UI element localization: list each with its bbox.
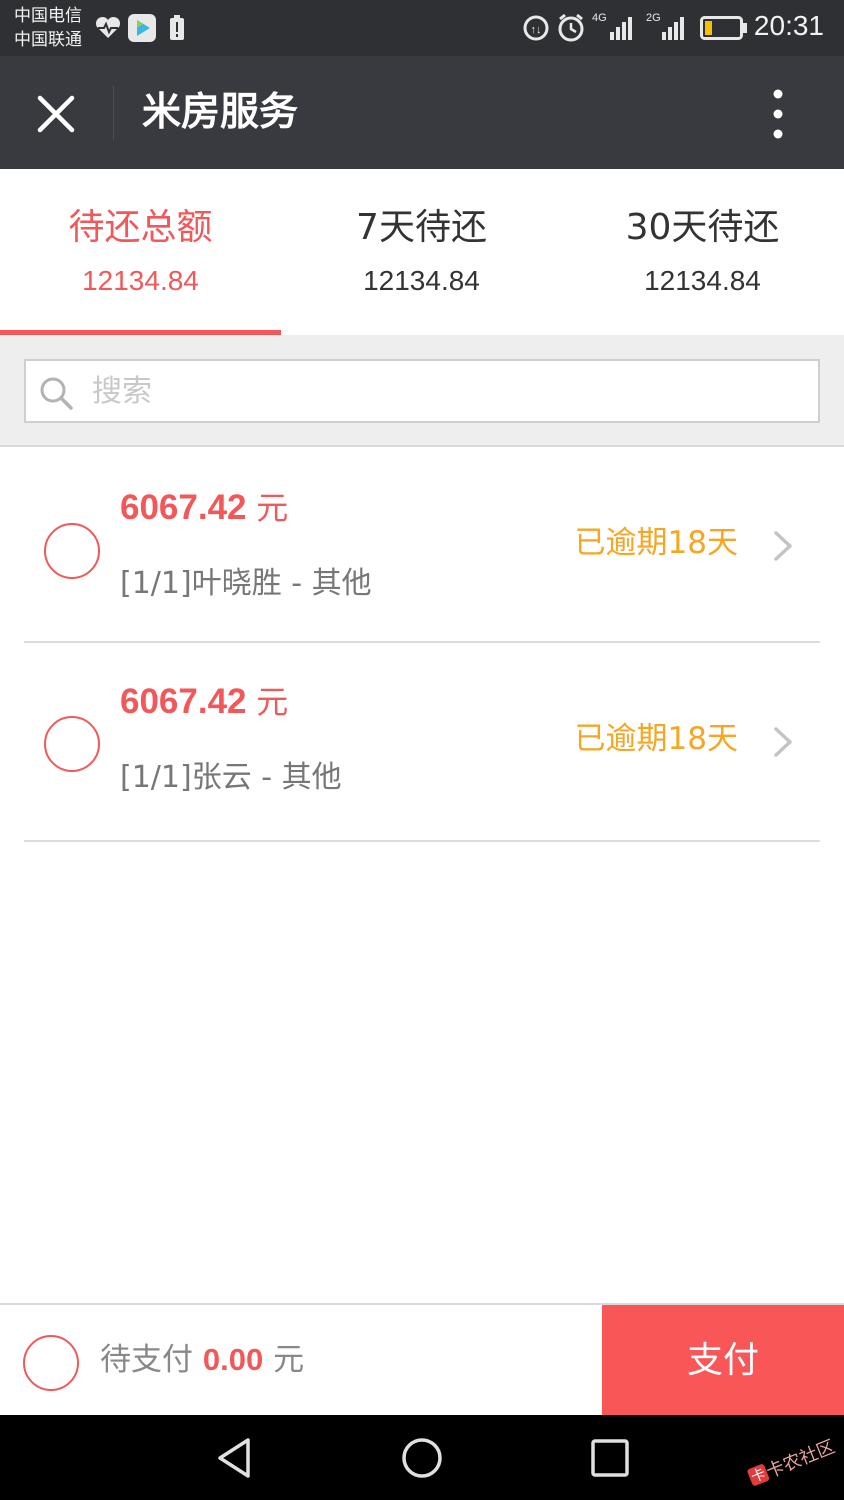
search-input[interactable] <box>92 369 792 413</box>
item-amount-value: 6067.42 <box>120 488 247 527</box>
list-item[interactable]: 6067.42 元 [1/1]叶晓胜 - 其他 已逾期18天 <box>0 447 844 643</box>
tab-label: 30天待还 <box>625 207 780 248</box>
tab-value: 12134.84 <box>82 265 199 296</box>
carrier-2: 中国联通 <box>14 30 82 50</box>
home-circle-icon[interactable] <box>399 1435 445 1481</box>
item-amount: 6067.42 元 <box>120 485 288 531</box>
pending-label: 待支付 <box>100 1342 193 1378</box>
chevron-right-icon[interactable] <box>770 725 796 759</box>
pay-button[interactable]: 支付 <box>602 1305 844 1417</box>
signal-1-label: 4G <box>592 12 607 24</box>
pending-amount: 0.00 <box>202 1342 264 1377</box>
item-amount-unit: 元 <box>256 489 289 527</box>
carrier-1: 中国电信 <box>14 6 82 26</box>
tab-label: 待还总额 <box>68 207 213 248</box>
pending-payment: 待支付 0.00 元 <box>100 1337 304 1383</box>
overdue-status: 已逾期18天 <box>574 721 738 757</box>
svg-text:↑↓: ↑↓ <box>531 24 542 36</box>
video-app-icon <box>128 14 156 42</box>
battery-low-icon <box>700 16 747 40</box>
repayment-list: 6067.42 元 [1/1]叶晓胜 - 其他 已逾期18天 6067.42 元… <box>0 447 844 842</box>
back-triangle-icon[interactable] <box>212 1435 258 1481</box>
page-title: 米房服务 <box>142 90 299 135</box>
search-area <box>0 335 844 447</box>
select-radio[interactable] <box>44 523 100 579</box>
item-amount-unit: 元 <box>256 683 289 721</box>
data-saver-icon: ↑↓ <box>523 15 549 41</box>
watermark-text: 卡农社区 <box>763 1436 838 1482</box>
pending-unit: 元 <box>273 1342 305 1378</box>
tab-value: 12134.84 <box>363 265 480 296</box>
watermark-logo-icon: 卡 卡农社区 <box>747 1436 838 1486</box>
select-radio[interactable] <box>44 716 100 772</box>
tab-label: 7天待还 <box>356 207 487 248</box>
tab-7-days-due[interactable]: 7天待还 12134.84 <box>281 169 562 335</box>
select-all-radio[interactable] <box>23 1335 79 1391</box>
item-amount-value: 6067.42 <box>120 682 247 721</box>
carrier-names: 中国电信 中国联通 <box>14 4 82 52</box>
more-vertical-icon[interactable] <box>758 86 798 142</box>
overdue-status: 已逾期18天 <box>574 525 738 561</box>
recents-square-icon[interactable] <box>587 1435 633 1481</box>
close-icon[interactable] <box>26 84 86 144</box>
item-description: [1/1]叶晓胜 - 其他 <box>120 566 372 601</box>
chevron-right-icon[interactable] <box>770 529 796 563</box>
status-bar: 中国电信 中国联通 ↑↓ 4G 2G 20:31 <box>0 0 844 56</box>
nav-divider <box>113 86 114 140</box>
health-heart-icon <box>95 16 121 38</box>
status-time: 20:31 <box>753 10 824 41</box>
tab-30-days-due[interactable]: 30天待还 12134.84 <box>562 169 843 335</box>
nav-bar: 米房服务 <box>0 56 844 169</box>
bottom-bar: 待支付 0.00 元 支付 <box>0 1303 844 1417</box>
signal-2-icon: 2G <box>646 12 692 42</box>
divider <box>24 840 820 842</box>
tab-total-due[interactable]: 待还总额 12134.84 <box>0 169 281 335</box>
search-icon <box>40 377 73 410</box>
signal-2-label: 2G <box>646 12 661 24</box>
battery-alert-icon <box>170 15 184 40</box>
tab-value: 12134.84 <box>644 265 761 296</box>
signal-1-icon: 4G <box>592 12 642 42</box>
alarm-icon <box>558 13 584 42</box>
system-nav-bar: 卡 卡农社区 <box>0 1415 844 1500</box>
list-item[interactable]: 6067.42 元 [1/1]张云 - 其他 已逾期18天 <box>0 643 844 842</box>
summary-tabs: 待还总额 12134.84 7天待还 12134.84 30天待还 12134.… <box>0 169 844 335</box>
item-amount: 6067.42 元 <box>120 679 288 725</box>
search-box[interactable] <box>24 359 820 423</box>
item-description: [1/1]张云 - 其他 <box>120 760 342 795</box>
